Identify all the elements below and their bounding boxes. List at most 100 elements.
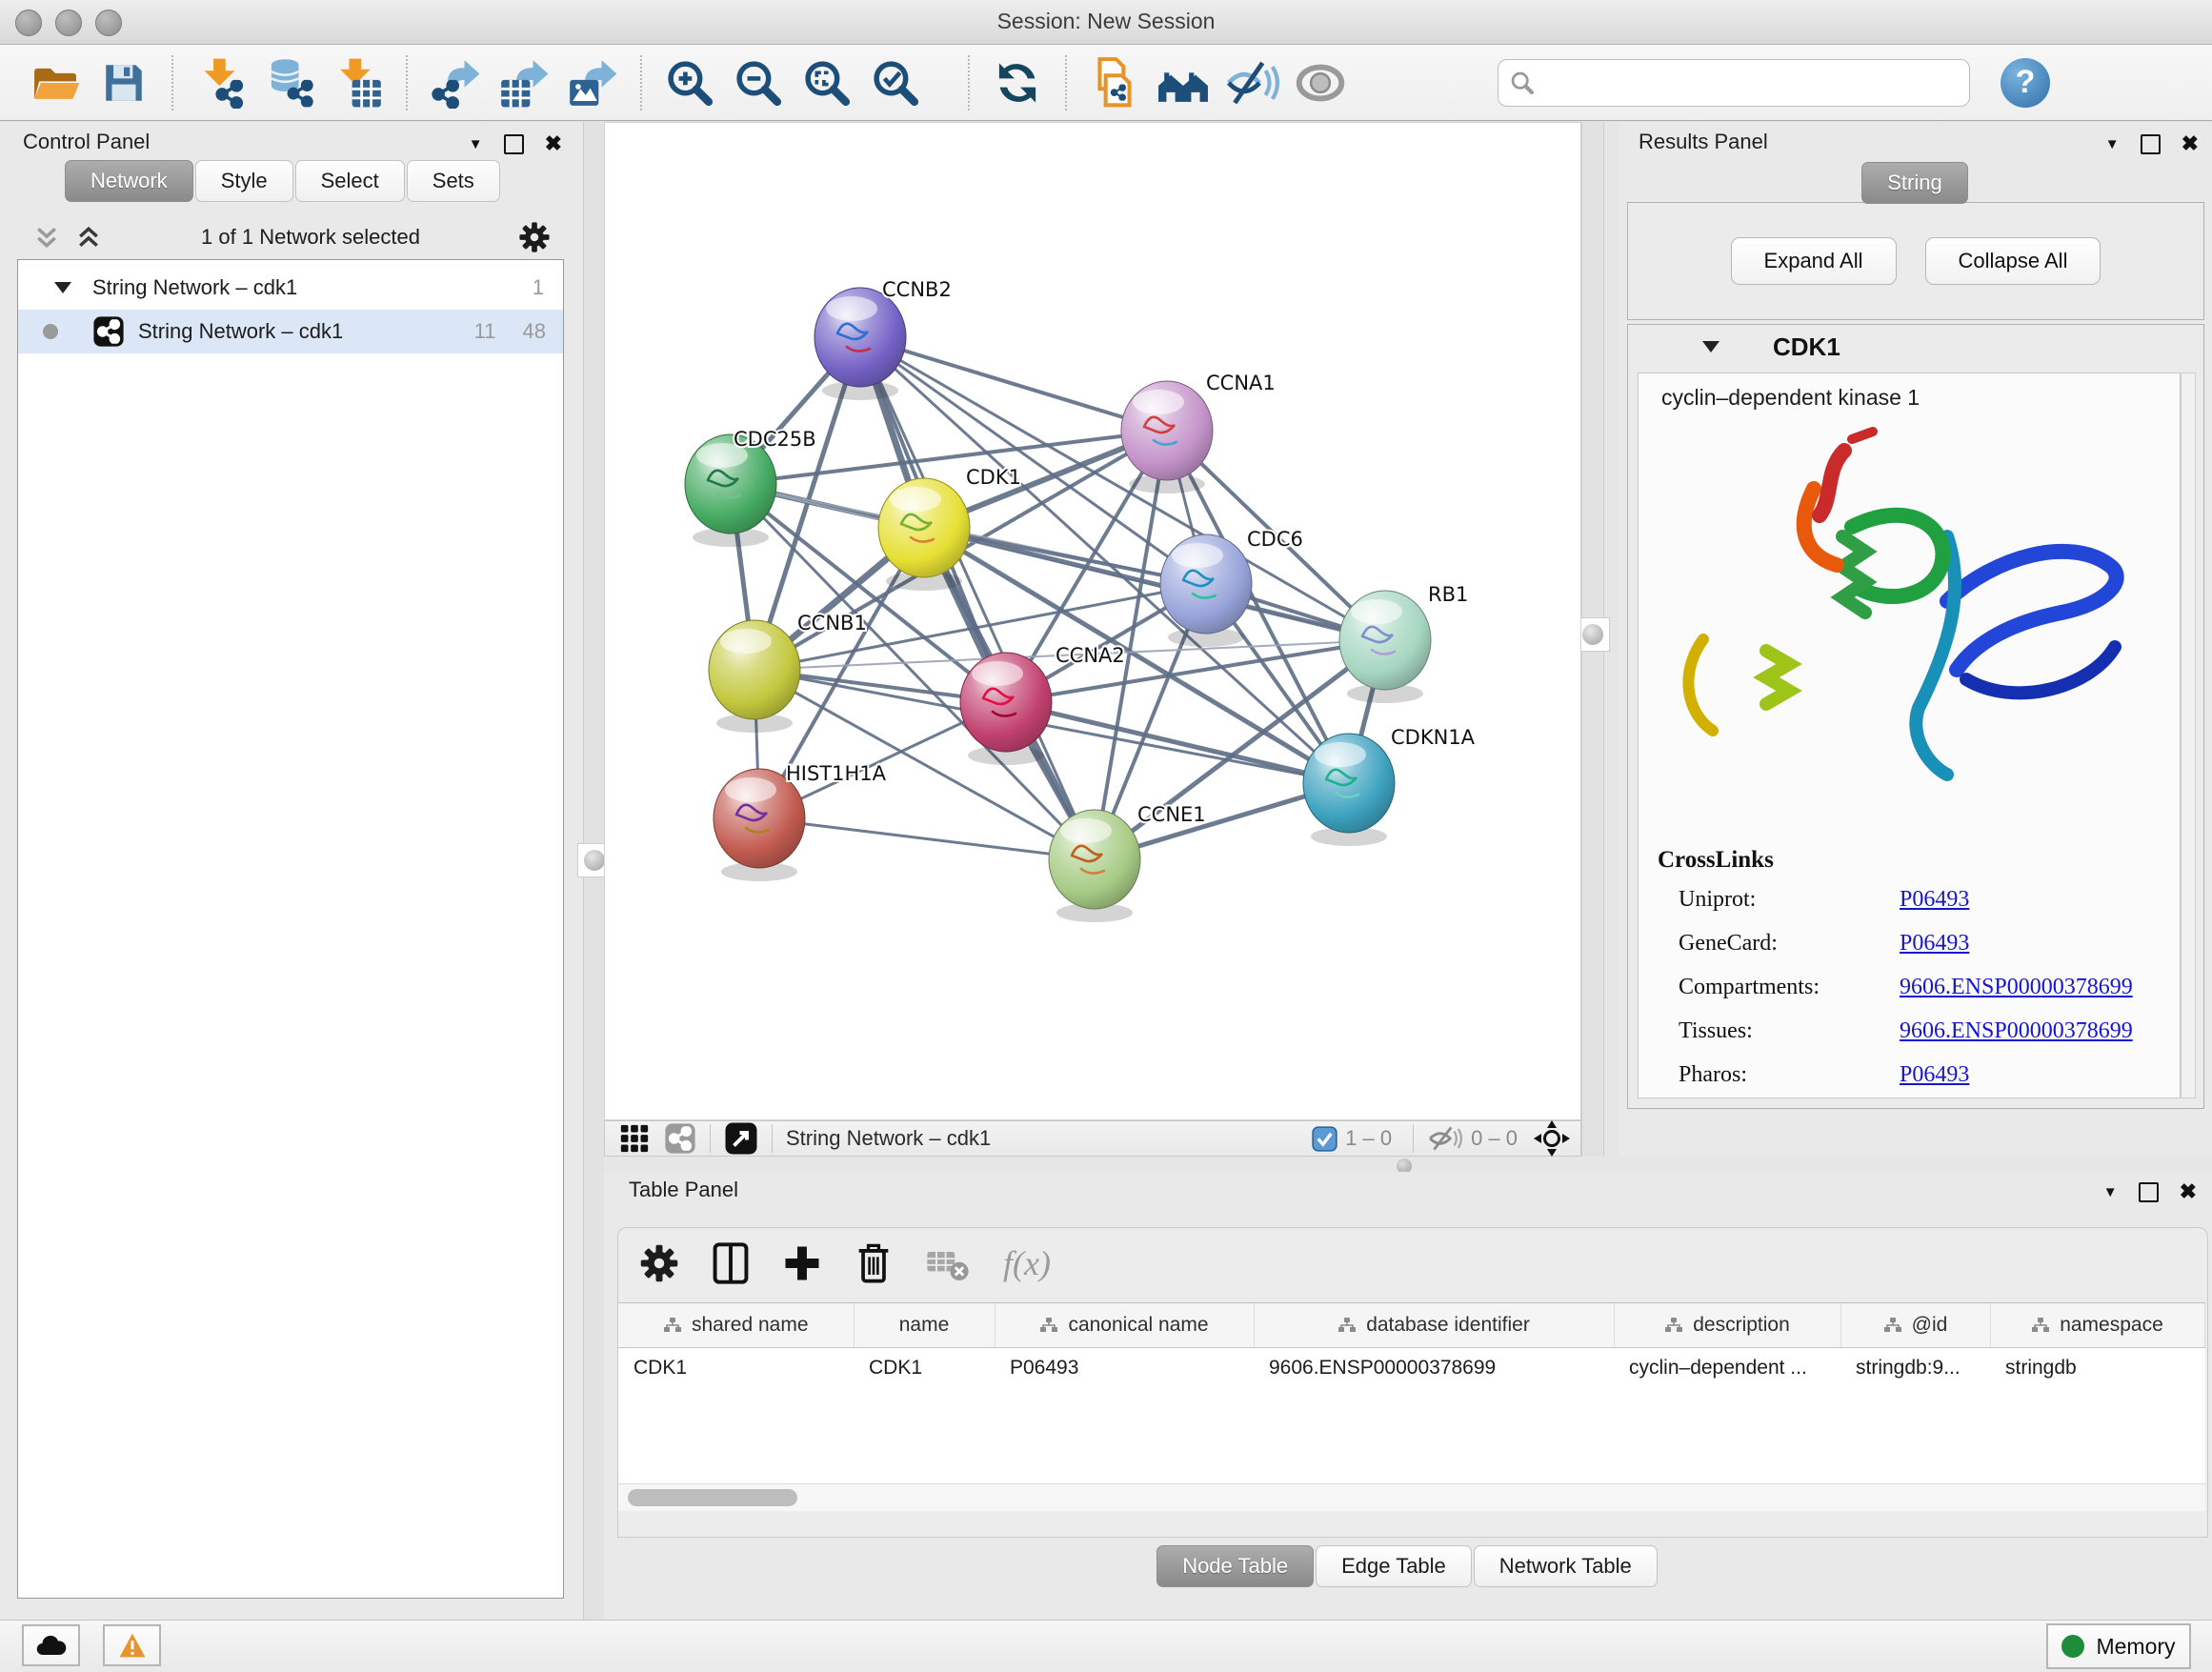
open-session-button[interactable] bbox=[28, 55, 83, 111]
pan-crosshair-icon[interactable] bbox=[1533, 1119, 1571, 1158]
table-cell[interactable]: cyclin–dependent ... bbox=[1614, 1348, 1840, 1389]
table-cell[interactable]: CDK1 bbox=[854, 1348, 995, 1389]
column-header-description[interactable]: description bbox=[1614, 1303, 1840, 1348]
column-header-canonical-name[interactable]: canonical name bbox=[995, 1303, 1254, 1348]
bottom-splitter[interactable] bbox=[604, 1157, 2212, 1172]
node-label-ccnb1: CCNB1 bbox=[797, 612, 867, 635]
cloud-button[interactable] bbox=[22, 1624, 80, 1666]
network-view-icon[interactable] bbox=[664, 1122, 696, 1155]
table-hscroll-thumb[interactable] bbox=[628, 1489, 797, 1506]
refresh-button[interactable] bbox=[990, 55, 1045, 111]
network-graph[interactable]: CCNB2CCNA1CDC25BCDK1CDC6RB1CCNB1CCNA2CDK… bbox=[605, 123, 1580, 1119]
panel-float-icon[interactable] bbox=[504, 134, 524, 154]
collapse-all-icon[interactable] bbox=[32, 224, 61, 251]
crosslink-link[interactable]: P06493 bbox=[1900, 931, 1969, 957]
network-node-cdkn1a[interactable] bbox=[1303, 734, 1395, 846]
selected-checkbox-icon[interactable] bbox=[1312, 1126, 1337, 1152]
memory-button[interactable]: Memory bbox=[2046, 1623, 2191, 1669]
results-panel-title: Results Panel bbox=[1639, 130, 1768, 154]
add-column-icon[interactable] bbox=[782, 1243, 822, 1283]
tree-expand-icon[interactable] bbox=[54, 282, 71, 293]
table-cell[interactable]: P06493 bbox=[995, 1348, 1254, 1389]
import-table-button[interactable] bbox=[331, 55, 386, 111]
column-header-shared-name[interactable]: shared name bbox=[618, 1303, 854, 1348]
network-node-hist1h1a[interactable] bbox=[714, 769, 805, 881]
tab-style[interactable]: Style bbox=[195, 160, 293, 202]
search-field[interactable] bbox=[1498, 59, 1970, 107]
zoom-out-button[interactable] bbox=[731, 55, 786, 111]
function-builder-icon[interactable]: f(x) bbox=[1003, 1243, 1051, 1283]
table-hscrollbar[interactable] bbox=[618, 1483, 2205, 1511]
panel-collapse-icon[interactable]: ▼ bbox=[469, 136, 483, 152]
show-columns-icon[interactable] bbox=[712, 1241, 750, 1285]
tab-network[interactable]: Network bbox=[65, 160, 193, 202]
table-cell[interactable]: 9606.ENSP00000378699 bbox=[1254, 1348, 1614, 1389]
results-scrollbar[interactable] bbox=[2181, 373, 2196, 1098]
import-database-button[interactable] bbox=[262, 55, 317, 111]
column-header-id[interactable]: @id bbox=[1840, 1303, 1990, 1348]
collapse-all-button[interactable]: Collapse All bbox=[1925, 237, 2101, 285]
gear-icon[interactable] bbox=[518, 221, 551, 253]
export-image-button[interactable] bbox=[565, 55, 620, 111]
grid-view-icon[interactable] bbox=[618, 1122, 651, 1155]
column-header-name[interactable]: name bbox=[854, 1303, 995, 1348]
crosslink-link[interactable]: P06493 bbox=[1900, 887, 1969, 913]
zoom-fit-button[interactable] bbox=[799, 55, 855, 111]
network-canvas[interactable]: CCNB2CCNA1CDC25BCDK1CDC6RB1CCNB1CCNA2CDK… bbox=[604, 122, 1581, 1120]
save-session-button[interactable] bbox=[96, 55, 151, 111]
table-row[interactable]: CDK1CDK1P064939606.ENSP00000378699cyclin… bbox=[618, 1348, 2204, 1389]
table-cell[interactable]: stringdb:9... bbox=[1840, 1348, 1990, 1389]
zoom-out-icon bbox=[734, 58, 783, 108]
tab-edge-table[interactable]: Edge Table bbox=[1316, 1545, 1472, 1587]
crosslink-link[interactable]: P06493 bbox=[1900, 1062, 1969, 1088]
home-button[interactable] bbox=[1156, 55, 1211, 111]
panel-collapse-icon[interactable]: ▼ bbox=[2105, 136, 2120, 152]
table-cell[interactable]: stringdb bbox=[1990, 1348, 2204, 1389]
export-table-button[interactable] bbox=[496, 55, 552, 111]
zoom-in-button[interactable] bbox=[662, 55, 717, 111]
selected-counts: 1 – 0 bbox=[1345, 1126, 1392, 1151]
network-node-rb1[interactable] bbox=[1339, 591, 1431, 703]
panel-collapse-icon[interactable]: ▼ bbox=[2103, 1184, 2118, 1200]
warnings-button[interactable] bbox=[103, 1624, 161, 1666]
tab-node-table[interactable]: Node Table bbox=[1156, 1545, 1314, 1587]
tab-select[interactable]: Select bbox=[295, 160, 405, 202]
panel-close-icon[interactable]: ✖ bbox=[2180, 1179, 2197, 1204]
column-header-namespace[interactable]: namespace bbox=[1990, 1303, 2204, 1348]
expand-all-button[interactable]: Expand All bbox=[1731, 237, 1897, 285]
expand-all-icon[interactable] bbox=[74, 224, 103, 251]
tab-string[interactable]: String bbox=[1861, 162, 1967, 204]
network-node-ccne1[interactable] bbox=[1049, 810, 1140, 922]
delete-column-icon[interactable] bbox=[855, 1241, 893, 1285]
delete-table-icon[interactable] bbox=[925, 1244, 971, 1282]
network-node-ccna1[interactable] bbox=[1121, 381, 1213, 494]
column-header-database-identifier[interactable]: database identifier bbox=[1254, 1303, 1614, 1348]
hide-panels-button[interactable] bbox=[1224, 55, 1279, 111]
hidden-eye-icon[interactable] bbox=[1427, 1124, 1463, 1153]
entry-collapse-icon[interactable] bbox=[1702, 341, 1719, 353]
crosslink-link[interactable]: 9606.ENSP00000378699 bbox=[1900, 1018, 2133, 1044]
birdseye-view-icon[interactable] bbox=[724, 1121, 758, 1156]
tab-sets[interactable]: Sets bbox=[407, 160, 500, 202]
panel-float-icon[interactable] bbox=[2139, 1182, 2159, 1202]
panel-float-icon[interactable] bbox=[2141, 134, 2161, 154]
export-network-button[interactable] bbox=[428, 55, 483, 111]
network-row[interactable]: String Network – cdk1 11 48 bbox=[18, 310, 563, 353]
clone-network-button[interactable] bbox=[1087, 55, 1142, 111]
crosslink-link[interactable]: 9606.ENSP00000378699 bbox=[1900, 975, 2133, 1000]
title-bar[interactable]: Session: New Session bbox=[0, 0, 2212, 45]
table-gear-icon[interactable] bbox=[639, 1243, 679, 1283]
network-collection-row[interactable]: String Network – cdk1 1 bbox=[18, 260, 563, 310]
zoom-selected-button[interactable] bbox=[868, 55, 923, 111]
import-network-button[interactable] bbox=[193, 55, 249, 111]
show-panel-button[interactable] bbox=[1293, 55, 1348, 111]
network-node-ccnb2[interactable] bbox=[814, 288, 906, 400]
network-node-ccnb1[interactable] bbox=[709, 620, 800, 733]
table-cell[interactable]: CDK1 bbox=[618, 1348, 854, 1389]
search-input[interactable] bbox=[1535, 70, 1958, 96]
panel-close-icon[interactable]: ✖ bbox=[2182, 131, 2199, 156]
network-node-cdc25b[interactable] bbox=[685, 434, 776, 547]
help-button[interactable]: ? bbox=[2001, 58, 2050, 108]
tab-network-table[interactable]: Network Table bbox=[1474, 1545, 1658, 1587]
panel-close-icon[interactable]: ✖ bbox=[545, 131, 562, 156]
